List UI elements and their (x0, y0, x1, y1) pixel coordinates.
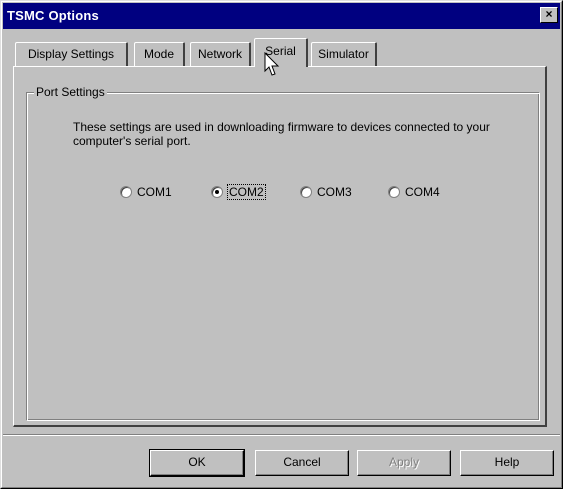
title-bar[interactable]: TSMC Options × (3, 3, 560, 29)
radio-unchecked-icon (300, 186, 312, 198)
close-icon[interactable]: × (540, 7, 558, 23)
apply-label: Apply (388, 455, 420, 469)
ok-label: OK (188, 455, 206, 469)
apply-button[interactable]: Apply (357, 450, 451, 476)
tab-network[interactable]: Network (190, 42, 251, 66)
com3-label: COM3 (317, 185, 352, 199)
serial-description: These settings are used in downloading f… (73, 120, 490, 148)
cancel-label: Cancel (283, 455, 321, 469)
com1-label: COM1 (137, 185, 172, 199)
help-button[interactable]: Help (460, 450, 554, 476)
tab-serial[interactable]: Serial (254, 38, 308, 69)
radio-unchecked-icon (120, 186, 132, 198)
com4-label: COM4 (405, 185, 440, 199)
com2-label: COM2 (227, 184, 266, 200)
tab-display-settings[interactable]: Display Settings (15, 42, 128, 66)
port-settings-label: Port Settings (34, 85, 107, 99)
button-separator (3, 434, 560, 436)
tab-simulator[interactable]: Simulator (311, 42, 377, 66)
help-label: Help (494, 455, 520, 469)
mouse-pointer-icon (264, 52, 280, 76)
cancel-button[interactable]: Cancel (255, 450, 349, 476)
window-title: TSMC Options (7, 8, 99, 23)
ok-button[interactable]: OK (149, 449, 245, 477)
radio-checked-icon (211, 186, 223, 198)
tab-mode[interactable]: Mode (134, 42, 185, 66)
radio-unchecked-icon (388, 186, 400, 198)
